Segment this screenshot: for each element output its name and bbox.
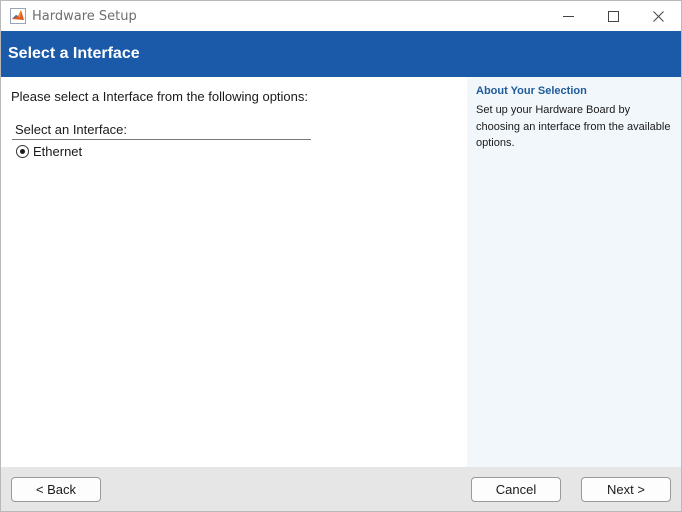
cancel-button[interactable]: Cancel [471, 477, 561, 502]
about-selection-text: Set up your Hardware Board by choosing a… [476, 104, 671, 149]
interface-group-label: Select an Interface: [15, 122, 128, 137]
maximize-icon [607, 10, 619, 22]
back-button[interactable]: < Back [11, 477, 101, 502]
matlab-icon [10, 8, 26, 24]
about-selection-panel: About Your Selection Set up your Hardwar… [467, 77, 681, 467]
minimize-button[interactable] [545, 1, 591, 31]
radio-button-selected-icon[interactable] [16, 144, 29, 158]
window-title: Hardware Setup [32, 9, 137, 24]
radio-option-ethernet[interactable]: Ethernet [16, 142, 82, 160]
radio-option-label: Ethernet [33, 143, 83, 159]
group-divider [12, 139, 311, 140]
maximize-button[interactable] [590, 1, 636, 31]
next-button[interactable]: Next > [581, 477, 671, 502]
instruction-text: Please select a Interface from the follo… [11, 89, 308, 104]
close-button[interactable] [635, 1, 681, 31]
hardware-setup-window: Hardware Setup Select a Interface Please… [0, 0, 682, 512]
main-panel: Please select a Interface from the follo… [1, 77, 467, 467]
close-icon [652, 10, 664, 22]
page-title: Select a Interface [8, 45, 140, 62]
header-banner: Select a Interface [1, 31, 681, 77]
about-selection-title: About Your Selection [476, 85, 587, 97]
minimize-icon [562, 11, 574, 22]
title-bar[interactable]: Hardware Setup [1, 1, 681, 31]
footer-bar: < Back Cancel Next > [1, 467, 681, 511]
